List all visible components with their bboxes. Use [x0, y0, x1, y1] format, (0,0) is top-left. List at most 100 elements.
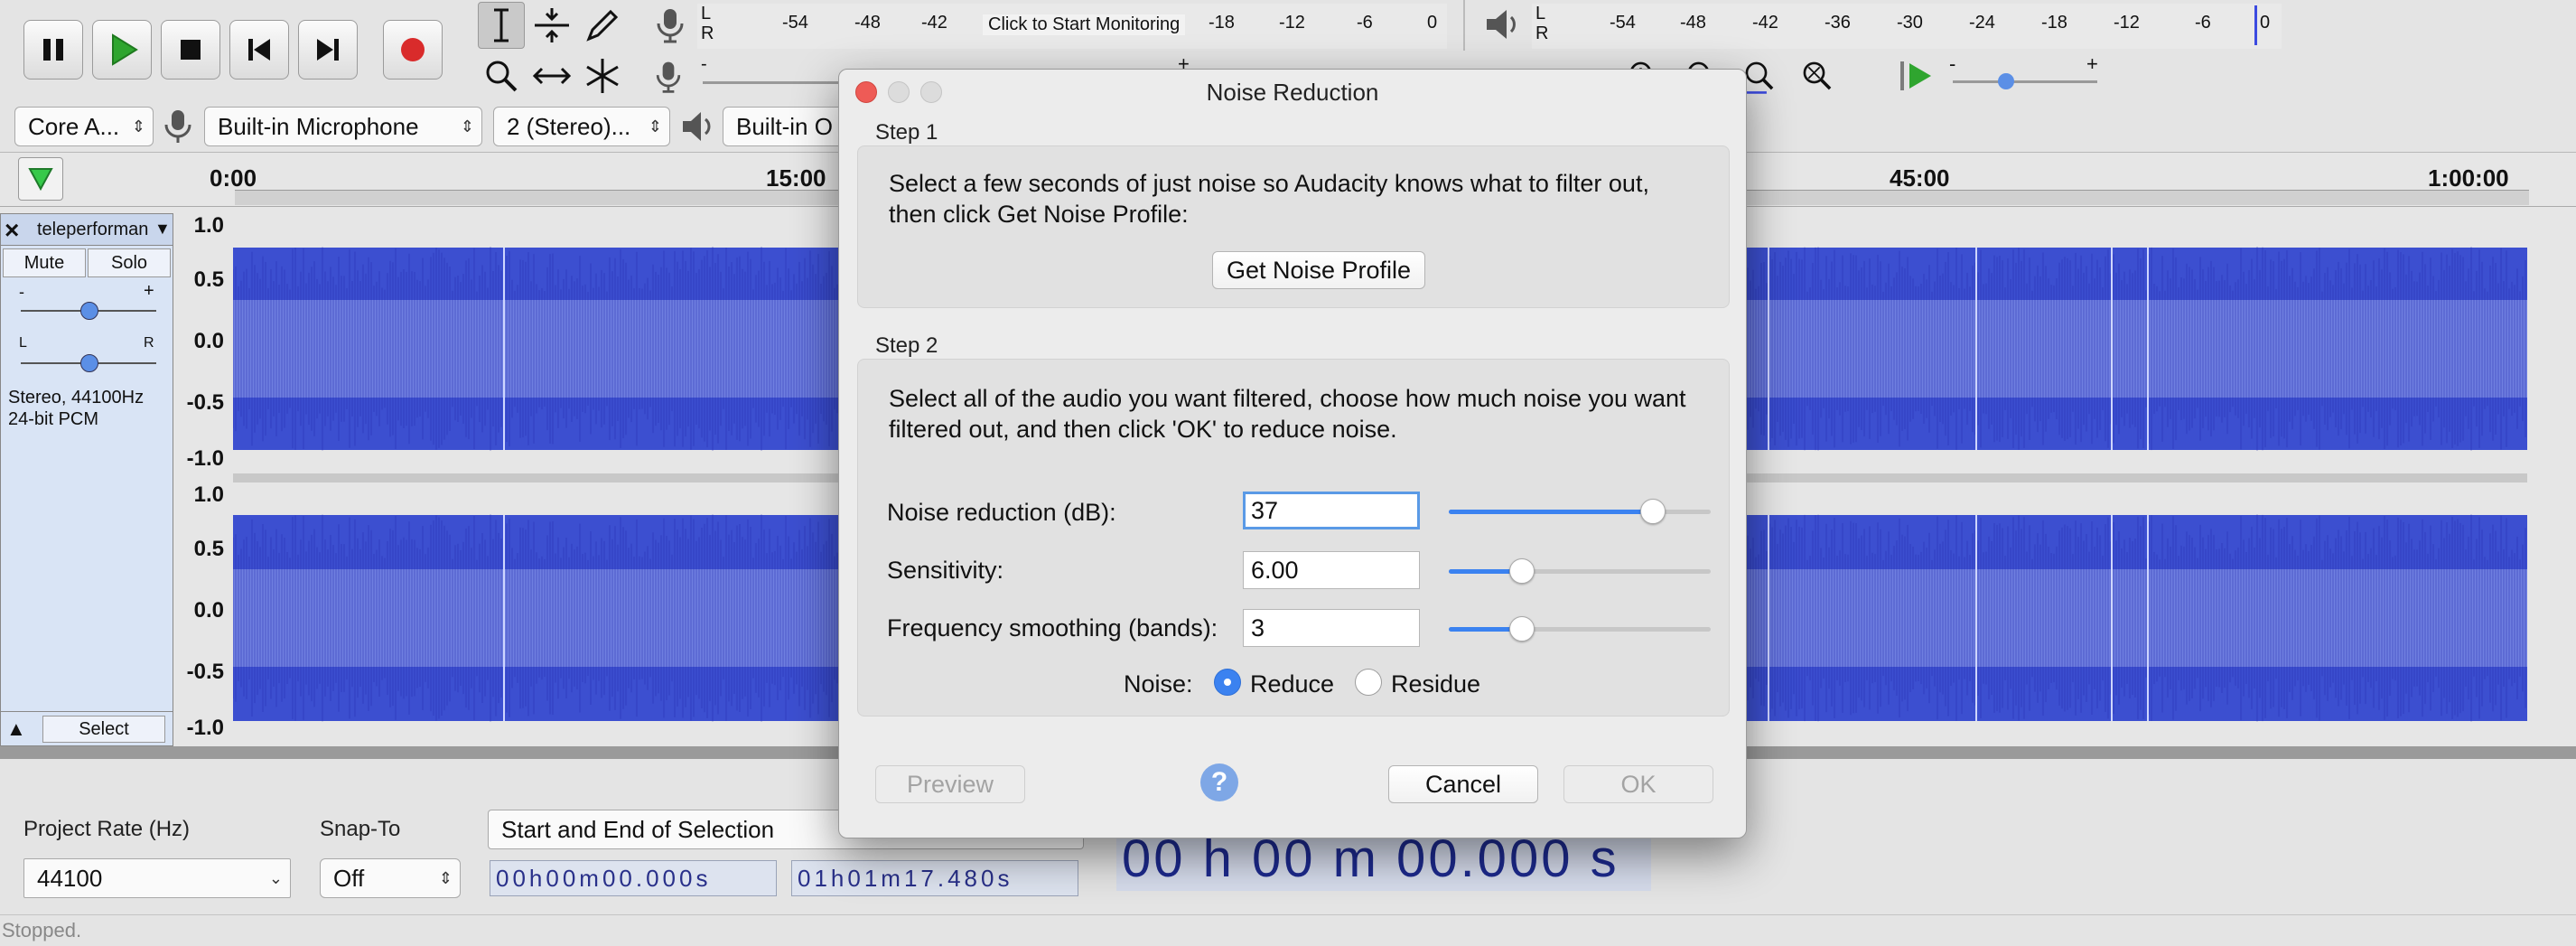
residue-radio[interactable]	[1355, 669, 1382, 696]
skip-to-end-button[interactable]	[298, 20, 358, 80]
play-icon	[112, 33, 138, 66]
meter-tick: -6	[2195, 13, 2211, 33]
monitoring-prompt[interactable]: Click to Start Monitoring	[983, 14, 1186, 35]
snap-to-label: Snap-To	[320, 817, 401, 841]
get-noise-profile-button[interactable]: Get Noise Profile	[1212, 251, 1425, 289]
slider-thumb[interactable]	[1998, 73, 2014, 89]
stop-button[interactable]	[161, 20, 220, 80]
meter-tick: -6	[1357, 13, 1373, 33]
pan-slider[interactable]	[21, 354, 156, 372]
pause-icon	[43, 39, 63, 61]
meter-tick: -54	[782, 13, 808, 33]
audio-host-select[interactable]: Core A... ⇕	[14, 107, 154, 146]
play-speed-slider[interactable]	[1953, 73, 2097, 89]
slider-thumb[interactable]	[1509, 616, 1535, 642]
frequency-smoothing-slider[interactable]	[1449, 616, 1711, 642]
record-meter[interactable]: L R -54 -48 -42 Click to Start Monitorin…	[697, 4, 1447, 49]
pause-button[interactable]	[23, 20, 83, 80]
play-button[interactable]	[92, 20, 152, 80]
output-device-select[interactable]: Built-in O	[723, 107, 849, 146]
playback-meter-icon[interactable]	[1481, 4, 1523, 50]
slider-thumb[interactable]	[1640, 499, 1666, 524]
zoom-tool[interactable]	[478, 52, 525, 99]
timeline-label: 45:00	[1890, 164, 1950, 192]
skip-to-start-button[interactable]	[229, 20, 289, 80]
sensitivity-label: Sensitivity:	[887, 557, 1004, 584]
selection-tool[interactable]	[478, 2, 525, 49]
reduce-radio-label[interactable]: Reduce	[1250, 670, 1334, 698]
residue-radio-label[interactable]: Residue	[1391, 670, 1480, 698]
input-device-select[interactable]: Built-in Microphone ⇕	[204, 107, 482, 146]
gain-slider[interactable]	[21, 302, 156, 320]
record-meter-icon[interactable]	[650, 5, 690, 50]
select-track-button[interactable]: Select	[42, 716, 165, 743]
track-format-info: 24-bit PCM	[8, 409, 99, 429]
meter-tick: -48	[854, 13, 881, 33]
meter-tick: -18	[1209, 13, 1235, 33]
magnifier-icon	[486, 61, 518, 92]
mic-icon	[163, 107, 193, 151]
updown-icon: ⇕	[648, 117, 662, 136]
multi-tool[interactable]	[579, 52, 626, 99]
mic-volume-icon	[650, 58, 686, 100]
timeline-label: 15:00	[766, 164, 826, 192]
skip-start-icon	[248, 39, 270, 61]
envelope-icon	[535, 8, 569, 42]
play-at-speed-button[interactable]	[1897, 56, 1937, 100]
mute-button[interactable]: Mute	[3, 248, 86, 277]
peak-marker	[2254, 5, 2257, 45]
playback-meter[interactable]: L R -54 -48 -42 -36 -30 -24 -18 -12 -6 0	[1532, 4, 2282, 49]
snap-to-select[interactable]: Off ⇕	[320, 858, 461, 898]
collapse-icon[interactable]: ▲	[6, 717, 26, 741]
chevron-down-icon: ▼	[154, 220, 171, 238]
timeline-options-button[interactable]	[18, 157, 63, 201]
frequency-smoothing-label: Frequency smoothing (bands):	[887, 614, 1218, 642]
time-shift-tool[interactable]	[528, 52, 575, 99]
selection-start-time[interactable]: 00h00m00.000s	[490, 860, 777, 896]
double-arrow-icon	[532, 67, 572, 85]
sensitivity-slider[interactable]	[1449, 558, 1711, 584]
updown-icon: ⇕	[131, 117, 145, 136]
project-rate-label: Project Rate (Hz)	[23, 817, 191, 841]
chevron-down-icon: ⌄	[268, 869, 283, 887]
meter-tick: 0	[1427, 13, 1438, 33]
timeline-label: 1:00:00	[2428, 164, 2509, 192]
draw-tool[interactable]	[579, 2, 626, 49]
sensitivity-field[interactable]: 6.00	[1243, 551, 1420, 589]
meter-tick: -48	[1680, 13, 1706, 33]
noise-mode-label: Noise:	[1124, 670, 1193, 698]
noise-reduction-slider[interactable]	[1449, 499, 1711, 524]
frequency-smoothing-field[interactable]: 3	[1243, 609, 1420, 647]
play-at-speed-icon	[1900, 61, 1931, 90]
track-close-button[interactable]: ×	[5, 216, 19, 245]
envelope-tool[interactable]	[528, 2, 575, 49]
meter-tick: -30	[1897, 13, 1923, 33]
slider-thumb[interactable]	[80, 354, 98, 372]
toolbar-divider	[1463, 0, 1465, 51]
track-name-menu[interactable]: teleperforman	[37, 220, 154, 240]
ok-button[interactable]: OK	[1563, 765, 1713, 803]
preview-button[interactable]: Preview	[875, 765, 1025, 803]
amplitude-ruler: 1.0 0.5 0.0 -0.5 -1.0	[175, 213, 231, 475]
reduce-radio[interactable]	[1214, 669, 1241, 696]
help-button[interactable]: ?	[1200, 763, 1238, 801]
slider-thumb[interactable]	[1509, 558, 1535, 584]
noise-reduction-field[interactable]: 37	[1243, 492, 1420, 529]
meter-tick: -36	[1825, 13, 1851, 33]
step2-label: Step 2	[875, 333, 938, 358]
input-channels-select[interactable]: 2 (Stereo)... ⇕	[493, 107, 670, 146]
cancel-button[interactable]: Cancel	[1388, 765, 1538, 803]
solo-button[interactable]: Solo	[88, 248, 171, 277]
selection-end-time[interactable]: 01h01m17.480s	[791, 860, 1078, 896]
asterisk-icon	[586, 59, 619, 93]
meter-tick: 0	[2260, 13, 2271, 33]
record-button[interactable]	[383, 20, 443, 80]
skip-end-icon	[317, 39, 339, 61]
step1-group: Select a few seconds of just noise so Au…	[857, 145, 1730, 308]
project-rate-combo[interactable]: 44100 ⌄	[23, 858, 291, 898]
track-control-panel[interactable]: × teleperforman ▼ Mute Solo - + L R Ster…	[0, 213, 173, 746]
step1-label: Step 1	[875, 120, 938, 145]
noise-reduction-label: Noise reduction (dB):	[887, 499, 1116, 526]
slider-thumb[interactable]	[80, 302, 98, 320]
zoom-toggle-button[interactable]	[1797, 56, 1837, 100]
